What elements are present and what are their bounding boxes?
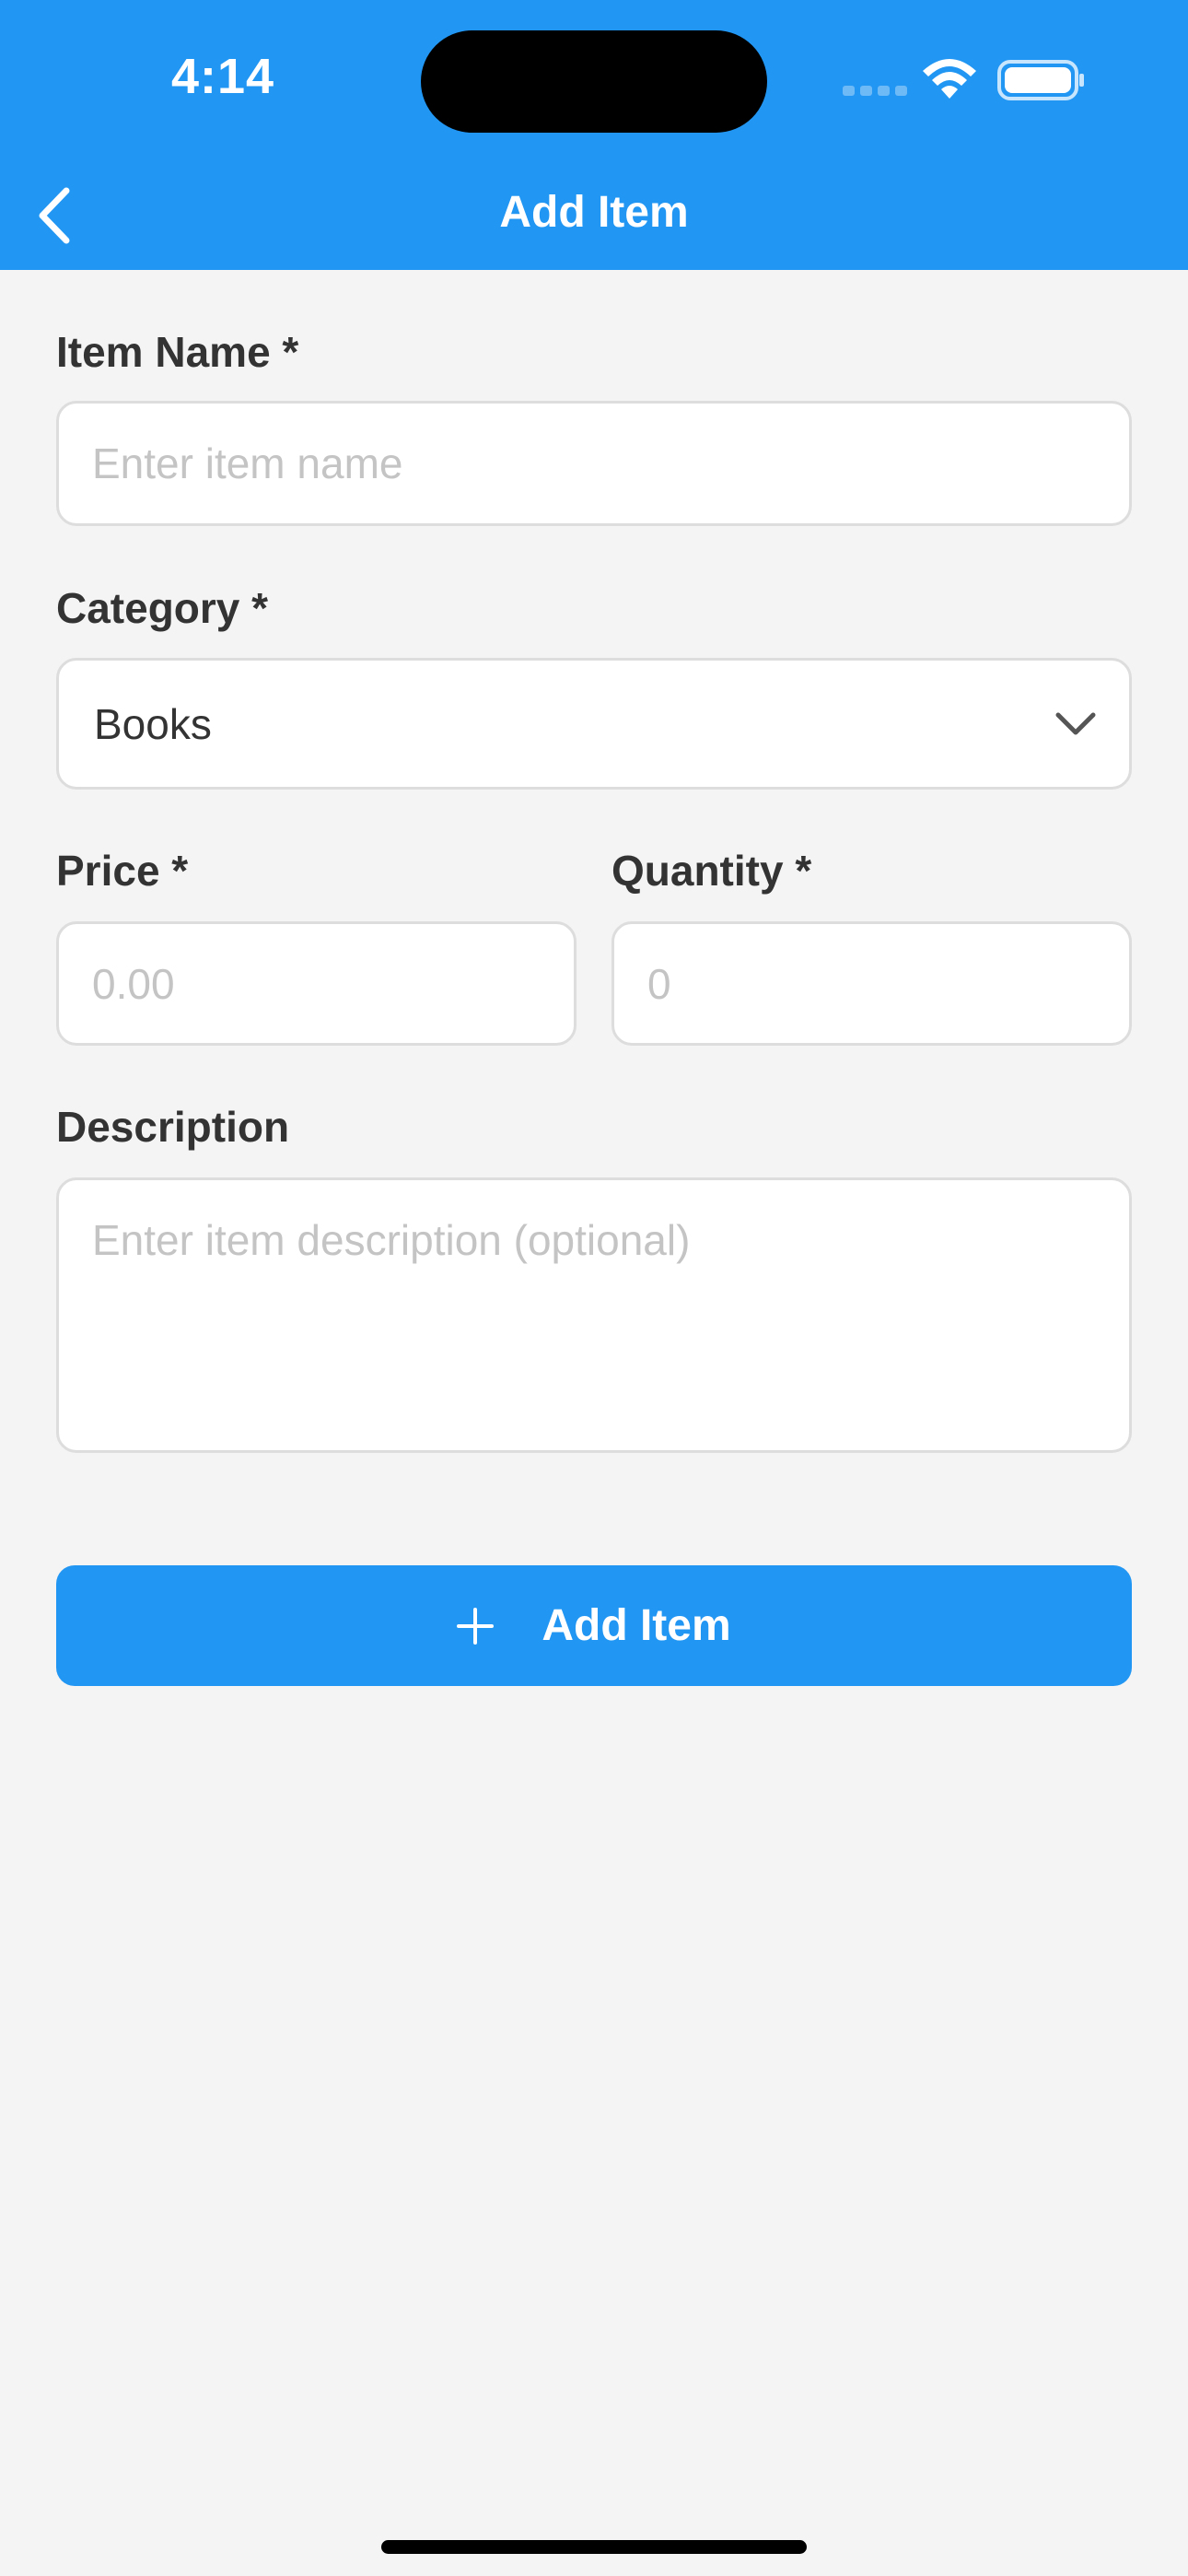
price-input[interactable]	[56, 921, 577, 1046]
item-name-label: Item Name *	[56, 328, 299, 376]
cellular-signal-icon	[843, 86, 907, 99]
add-item-button[interactable]: Add Item	[56, 1565, 1132, 1686]
category-selected-value: Books	[94, 699, 212, 748]
chevron-down-icon	[1055, 712, 1096, 734]
item-name-input[interactable]	[56, 401, 1132, 526]
home-indicator	[381, 2540, 807, 2554]
category-select[interactable]: Books	[56, 658, 1132, 790]
page-title: Add Item	[499, 188, 689, 237]
status-time: 4:14	[171, 49, 275, 104]
quantity-input[interactable]	[611, 921, 1132, 1046]
plus-icon	[457, 1607, 495, 1645]
wifi-icon	[923, 59, 976, 99]
description-label: Description	[56, 1103, 290, 1151]
app-header: 4:14 Add Item	[0, 0, 1188, 270]
battery-icon	[997, 60, 1084, 100]
price-label: Price *	[56, 847, 189, 895]
description-textarea[interactable]	[56, 1177, 1132, 1453]
quantity-label: Quantity *	[611, 847, 812, 895]
dynamic-island	[421, 30, 767, 133]
add-item-button-label: Add Item	[542, 1601, 731, 1650]
add-item-screen: 4:14 Add Item Item Name * Category * Boo…	[0, 0, 1188, 2576]
category-label: Category *	[56, 584, 269, 632]
